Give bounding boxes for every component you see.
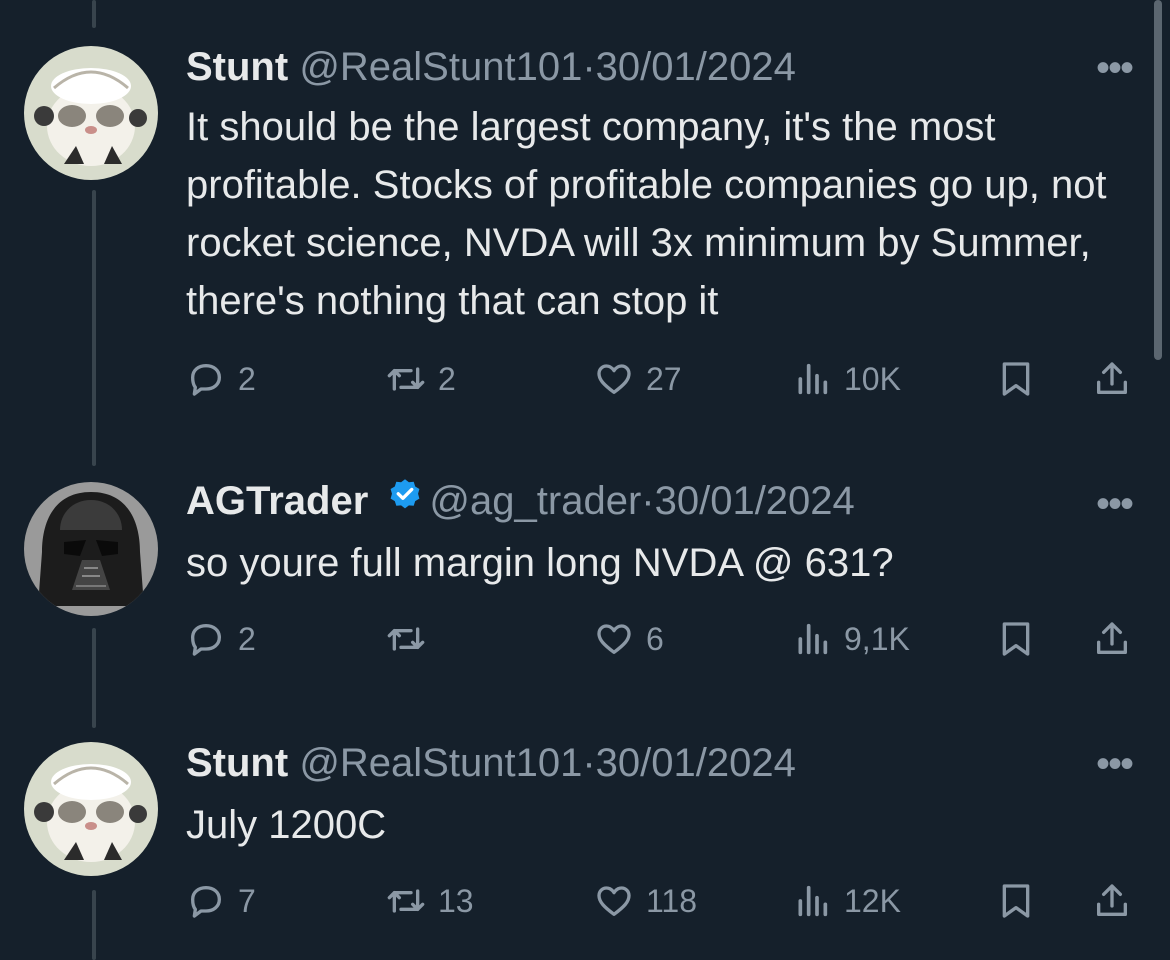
bookmark-button[interactable] <box>996 614 1036 664</box>
heart-icon <box>597 624 631 654</box>
share-icon <box>1097 884 1127 916</box>
heart-icon <box>597 364 631 394</box>
thread-line <box>92 628 96 728</box>
views-button[interactable]: 10K <box>792 354 901 404</box>
user-handle[interactable]: @RealStunt101 <box>299 741 582 785</box>
views-icon <box>798 885 828 917</box>
repost-button[interactable]: 2 <box>386 354 456 404</box>
bookmark-button[interactable] <box>996 876 1036 926</box>
reply-icon <box>191 624 221 656</box>
views-icon <box>798 363 828 395</box>
repost-count: 2 <box>438 360 456 397</box>
tweet-text: July 1200C <box>186 803 387 847</box>
heart-icon <box>597 886 631 916</box>
reply-button[interactable]: 2 <box>186 354 256 404</box>
repost-icon <box>387 367 425 391</box>
separator: · <box>582 741 596 785</box>
tweet[interactable]: Stunt @RealStunt101·30/01/2024 ••• It sh… <box>0 0 1170 440</box>
like-button[interactable]: 6 <box>594 614 664 664</box>
reply-count: 2 <box>238 620 256 657</box>
more-options-icon[interactable]: ••• <box>1096 48 1134 88</box>
thread-line <box>92 890 96 960</box>
action-bar: 7 13 118 12K <box>186 876 1146 926</box>
timestamp[interactable]: 30/01/2024 <box>596 741 796 785</box>
cat-avatar[interactable] <box>24 46 158 180</box>
more-options-icon[interactable]: ••• <box>1096 744 1134 784</box>
reply-count: 7 <box>238 882 256 919</box>
repost-icon <box>387 889 425 913</box>
tweet-header: Stunt @RealStunt101·30/01/2024 <box>186 42 796 92</box>
repost-button[interactable] <box>386 614 438 664</box>
user-handle[interactable]: @RealStunt101 <box>299 45 582 89</box>
timestamp[interactable]: 30/01/2024 <box>655 479 855 523</box>
action-bar: 2 6 9,1K <box>186 614 1146 664</box>
repost-button[interactable]: 13 <box>386 876 474 926</box>
like-count: 118 <box>646 882 698 919</box>
like-button[interactable]: 118 <box>594 876 697 926</box>
reply-button[interactable]: 2 <box>186 614 256 664</box>
views-count: 12K <box>844 882 901 919</box>
views-button[interactable]: 12K <box>792 876 901 926</box>
reply-icon <box>191 364 221 396</box>
cat-avatar[interactable] <box>24 742 158 876</box>
tweet-text: so youre full margin long NVDA @ 631? <box>186 541 894 585</box>
share-icon <box>1097 362 1127 394</box>
more-options-icon[interactable]: ••• <box>1096 484 1134 524</box>
views-icon <box>798 623 828 655</box>
views-count: 10K <box>844 360 901 397</box>
bookmark-icon <box>1002 622 1030 656</box>
separator: · <box>641 479 655 523</box>
repost-icon <box>387 627 425 651</box>
like-count: 27 <box>646 360 682 397</box>
display-name[interactable]: Stunt <box>186 45 288 89</box>
reply-icon <box>191 886 221 918</box>
views-button[interactable]: 9,1K <box>792 614 910 664</box>
tweet-header: AGTrader @ag_trader·30/01/2024 <box>186 476 855 526</box>
bookmark-icon <box>1002 362 1030 396</box>
share-button[interactable] <box>1092 876 1132 926</box>
darth-vader-avatar[interactable] <box>24 482 158 616</box>
separator: · <box>582 45 596 89</box>
share-icon <box>1097 622 1127 654</box>
like-count: 6 <box>646 620 664 657</box>
verified-badge-icon <box>387 475 423 525</box>
tweet-header: Stunt @RealStunt101·30/01/2024 <box>186 738 796 788</box>
tweet-text: It should be the largest company, it's t… <box>186 105 1107 323</box>
reply-count: 2 <box>238 360 256 397</box>
bookmark-icon <box>1002 884 1030 918</box>
display-name[interactable]: Stunt <box>186 741 288 785</box>
views-count: 9,1K <box>844 620 910 657</box>
like-button[interactable]: 27 <box>594 354 682 404</box>
share-button[interactable] <box>1092 354 1132 404</box>
timestamp[interactable]: 30/01/2024 <box>596 45 796 89</box>
reply-button[interactable]: 7 <box>186 876 256 926</box>
user-handle[interactable]: @ag_trader <box>429 479 641 523</box>
display-name[interactable]: AGTrader <box>186 479 368 523</box>
repost-count: 13 <box>438 882 474 919</box>
share-button[interactable] <box>1092 614 1132 664</box>
bookmark-button[interactable] <box>996 354 1036 404</box>
action-bar: 2 2 27 10K <box>186 354 1146 404</box>
